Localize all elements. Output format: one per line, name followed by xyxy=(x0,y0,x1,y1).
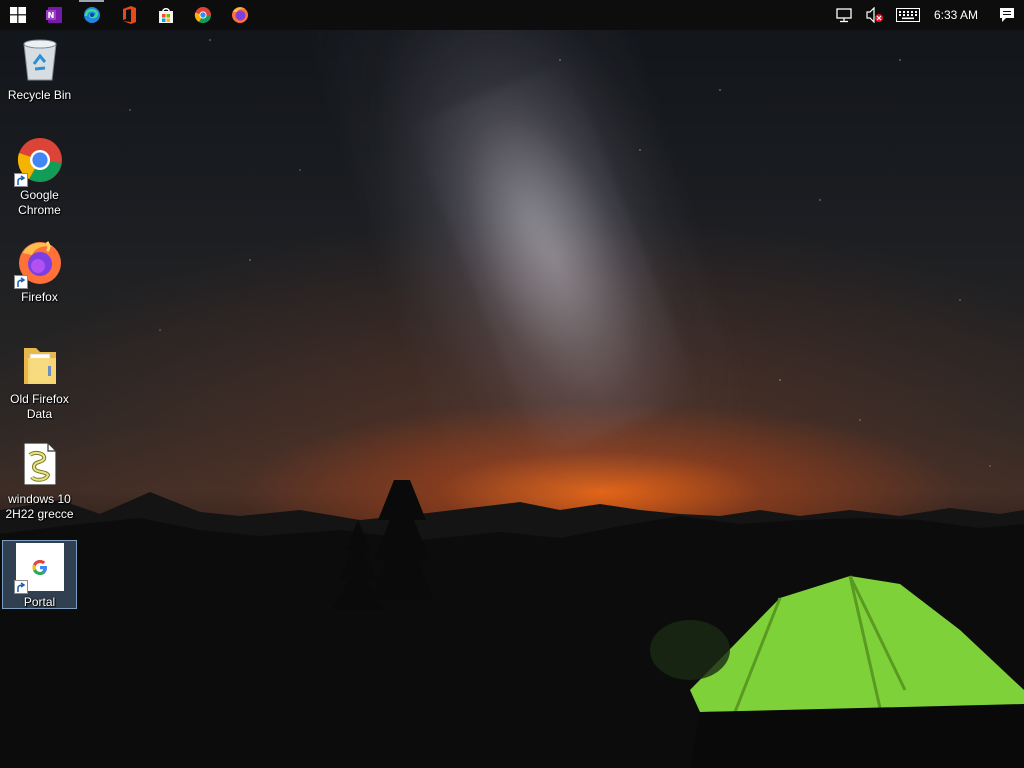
recycle-bin-icon xyxy=(16,36,64,84)
taskbar-clock[interactable]: 6:33 AM xyxy=(926,8,990,22)
desktop-icon-google-chrome[interactable]: Google Chrome xyxy=(2,136,77,222)
microsoft-store-icon xyxy=(158,8,173,23)
edge-icon xyxy=(83,7,100,23)
volume-muted-icon xyxy=(866,7,883,23)
touch-keyboard-icon xyxy=(895,8,920,22)
shortcut-arrow-icon xyxy=(13,275,28,289)
desktop-icon-label: Recycle Bin xyxy=(7,88,72,102)
taskbar-firefox[interactable] xyxy=(221,0,258,30)
taskbar-onenote[interactable]: N xyxy=(36,0,73,30)
desktop-icon-windows-10-script[interactable]: windows 10 2H22 grecce xyxy=(2,440,77,526)
firefox-icon xyxy=(13,238,64,289)
desktop-icon-label: Firefox xyxy=(21,290,58,304)
google-portal-icon xyxy=(13,543,64,594)
desktop-icon-old-firefox-data[interactable]: Old Firefox Data xyxy=(2,340,77,426)
tray-volume[interactable] xyxy=(860,0,890,30)
folder-icon xyxy=(16,340,64,388)
taskbar: N 6:33 AM xyxy=(0,0,1024,30)
chrome-icon xyxy=(194,7,211,24)
desktop-icon-firefox[interactable]: Firefox xyxy=(2,238,77,310)
tray-touch-keyboard[interactable] xyxy=(890,0,926,30)
firefox-icon xyxy=(231,7,248,23)
desktop-icon-label: Google Chrome xyxy=(18,188,61,217)
script-file-icon xyxy=(16,440,64,488)
desktop-wallpaper xyxy=(0,0,1024,768)
desktop-icon-portal[interactable]: Portal xyxy=(2,540,77,609)
tray-network[interactable] xyxy=(830,0,860,30)
taskbar-edge[interactable] xyxy=(73,0,110,30)
shortcut-arrow-icon xyxy=(13,173,28,187)
taskbar-office[interactable] xyxy=(110,0,147,30)
taskbar-store[interactable] xyxy=(147,0,184,30)
action-center-icon xyxy=(1000,8,1014,22)
onenote-icon: N xyxy=(45,7,62,23)
system-tray: 6:33 AM xyxy=(830,0,1024,30)
desktop-icon-recycle-bin[interactable]: Recycle Bin xyxy=(2,36,77,108)
starfield xyxy=(0,0,1024,520)
office-icon xyxy=(122,6,136,24)
start-button[interactable] xyxy=(0,0,36,30)
action-center-button[interactable] xyxy=(990,0,1024,30)
svg-text:N: N xyxy=(47,11,54,20)
taskbar-chrome[interactable] xyxy=(184,0,221,30)
windows-logo-icon xyxy=(10,7,26,23)
shortcut-arrow-icon xyxy=(13,580,28,594)
desktop-icon-label: Portal xyxy=(23,595,56,609)
desktop-icon-label: windows 10 2H22 grecce xyxy=(5,492,74,521)
network-icon xyxy=(836,8,852,23)
desktop-icon-label: Old Firefox Data xyxy=(10,392,69,421)
mountain-silhouette xyxy=(0,480,1024,768)
chrome-icon xyxy=(13,136,64,187)
